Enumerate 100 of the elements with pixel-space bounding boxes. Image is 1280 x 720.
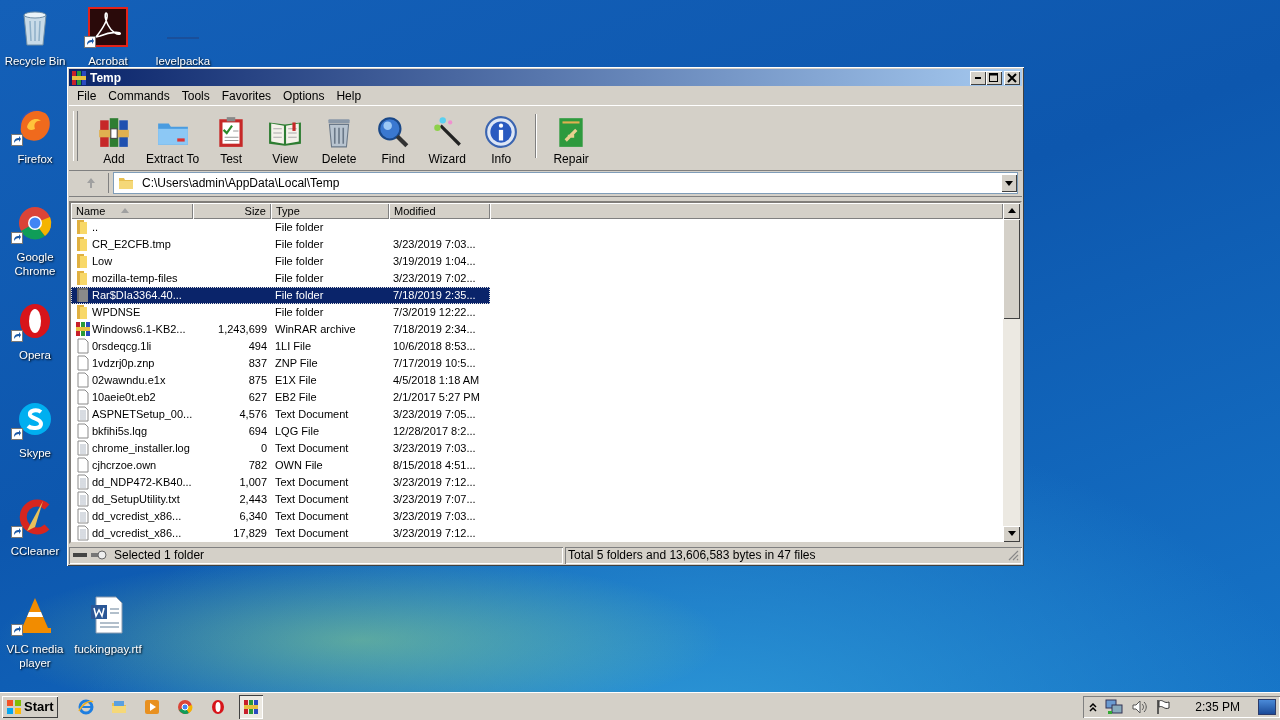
table-cell: 12/28/2017 8:2...	[393, 425, 476, 438]
dropdown-button[interactable]	[1001, 174, 1017, 193]
table-cell: 694	[248, 425, 267, 438]
file-name: WPDNSE	[92, 306, 141, 319]
file-row[interactable]: WPDNSE File folder 7/3/2019 12:22...	[71, 303, 490, 321]
caret-down-icon	[1005, 180, 1013, 186]
file-row[interactable]: cjhcrzoe.own 782 OWN File 8/15/2018 4:51...	[71, 456, 490, 474]
desktop-icon-label[interactable]: Firefox	[17, 152, 53, 166]
toolbar-button[interactable]: Find	[367, 114, 420, 166]
file-icon	[75, 508, 91, 525]
column-header[interactable]: Type	[271, 202, 389, 219]
file-name: ..	[92, 221, 99, 234]
table-cell: Text Document	[275, 527, 349, 540]
app-icon	[71, 69, 87, 86]
file-icon	[75, 474, 91, 491]
toolbar-button[interactable]: Delete	[313, 114, 366, 166]
table-cell: LQG File	[275, 425, 319, 438]
toolbar-button[interactable]: Test	[205, 114, 258, 166]
toolbar-button[interactable]: Wizard	[421, 114, 474, 166]
file-row[interactable]: Windows6.1-KB2... 1,243,699 WinRAR archive 7/18/2019 2:34...	[71, 320, 490, 338]
table-cell: E1X File	[275, 374, 317, 387]
file-row[interactable]: dd_vcredist_x86... 6,340 Text Document 3/23/2019 7:03...	[71, 507, 490, 525]
windows-logo-icon	[6, 698, 22, 715]
total-status: Total 5 folders and 13,606,583 bytes in 47 files	[568, 548, 816, 563]
file-name: cjhcrzoe.own	[92, 459, 157, 472]
menu-item[interactable]: Options	[277, 88, 331, 103]
toolbar-button[interactable]: Add	[88, 114, 140, 166]
menu-item[interactable]: Tools	[175, 88, 216, 103]
file-row[interactable]: bkfihi5s.lqg 694 LQG File 12/28/2017 8:2...	[71, 422, 490, 440]
close-button[interactable]	[1004, 70, 1020, 85]
file-row[interactable]: 1vdzrj0p.znp 837 ZNP File 7/17/2019 10:5...	[71, 354, 490, 372]
column-header[interactable]: Size	[193, 202, 271, 219]
file-row[interactable]: .. File folder	[71, 218, 490, 236]
desktop-icon-label[interactable]: levelpacka	[155, 54, 211, 68]
table-cell: 0	[260, 442, 267, 455]
desktop-icon-label[interactable]: fuckingpay.rtf	[74, 642, 142, 656]
table-cell: 875	[248, 374, 267, 387]
file-row[interactable]: chrome_installer.log 0 Text Document 3/23/2019 7:03...	[71, 439, 490, 457]
desktop-icon-label[interactable]: Acrobat	[88, 54, 128, 68]
address-bar[interactable]: C:\Users\admin\AppData\Local\Temp	[113, 172, 1018, 195]
desktop-icon-label[interactable]: Google Chrome	[4, 250, 66, 278]
show-desktop-button[interactable]	[1258, 698, 1276, 715]
file-row[interactable]: Rar$DIa3364.40... File folder 7/18/2019 2:35...	[71, 286, 490, 304]
column-header[interactable]: Modified	[389, 202, 490, 219]
desktop-icon-label[interactable]: VLC media player	[4, 642, 66, 670]
table-cell: 3/23/2019 7:05...	[393, 408, 476, 421]
start-button[interactable]: Start	[2, 695, 58, 718]
desktop-icon-label[interactable]: Opera	[19, 348, 51, 362]
file-row[interactable]: dd_SetupUtility.txt 2,443 Text Document 3/23/2019 7:07...	[71, 490, 490, 508]
desktop-icon-label[interactable]: CCleaner	[10, 544, 60, 558]
file-row[interactable]: dd_NDP472-KB40... 1,007 Text Document 3/23/2019 7:12...	[71, 473, 490, 491]
speaker-icon[interactable]	[1131, 698, 1148, 715]
table-cell: Text Document	[275, 442, 349, 455]
taskbar-app-button[interactable]	[238, 694, 263, 719]
menu-item[interactable]: Favorites	[215, 88, 278, 103]
file-row[interactable]: 0rsdeqcg.1li 494 1LI File 10/6/2018 8:53...	[71, 337, 490, 355]
toolbar-button[interactable]: Repair	[545, 114, 598, 166]
file-row[interactable]: CR_E2CFB.tmp File folder 3/23/2019 7:03...	[71, 235, 490, 253]
acrobat-icon[interactable]	[88, 7, 128, 47]
menu-item[interactable]: Help	[330, 88, 368, 103]
scrollbar[interactable]	[1003, 202, 1020, 542]
file-row[interactable]: dd_vcredist_x86... 17,829 Text Document 3/23/2019 7:12...	[71, 524, 490, 542]
table-cell: File folder	[275, 221, 324, 234]
network-icon[interactable]	[1105, 698, 1124, 715]
toolbar-button[interactable]: View	[259, 114, 312, 166]
file-row[interactable]: 10aeie0t.eb2 627 EB2 File 2/1/2017 5:27 PM	[71, 388, 490, 406]
file-name: bkfihi5s.lqg	[92, 425, 148, 438]
table-cell: File folder	[275, 272, 324, 285]
clock[interactable]: 2:35 PM	[1195, 699, 1240, 714]
file-row[interactable]: 02wawndu.e1x 875 E1X File 4/5/2018 1:18 AM	[71, 371, 490, 389]
file-icon	[75, 338, 91, 355]
file-name: Low	[92, 255, 113, 268]
toolbar-button[interactable]: Extract To	[142, 114, 204, 166]
menu-item[interactable]: File	[71, 88, 103, 103]
file-row[interactable]: ASPNETSetup_00... 4,576 Text Document 3/23/2019 7:05...	[71, 405, 490, 423]
table-cell: 3/23/2019 7:07...	[393, 493, 476, 506]
chevron-up-icon[interactable]	[1089, 701, 1098, 712]
toolbar-button[interactable]: Info	[475, 114, 528, 166]
menu-item[interactable]: Commands	[102, 88, 176, 103]
resize-grip-icon[interactable]	[1007, 549, 1019, 562]
file-row[interactable]: Low File folder 3/19/2019 1:04...	[71, 252, 490, 270]
drive-icon	[72, 549, 108, 562]
desktop-icon-label[interactable]: Skype	[19, 446, 51, 460]
file-name: ASPNETSetup_00...	[92, 408, 193, 421]
address-field[interactable]: C:\Users\admin\AppData\Local\Temp	[138, 176, 997, 191]
selection-status: Selected 1 folder	[114, 548, 205, 563]
file-name: dd_NDP472-KB40...	[92, 476, 192, 489]
folder-icon	[75, 287, 91, 304]
column-header[interactable]: Name	[71, 202, 193, 219]
maximize-button[interactable]	[986, 70, 1002, 85]
flag-icon[interactable]	[1155, 698, 1172, 715]
file-row[interactable]: mozilla-temp-files File folder 3/23/2019 7:02...	[71, 269, 490, 287]
find-icon	[376, 114, 411, 149]
minimize-button[interactable]	[970, 70, 986, 85]
file-name: Rar$DIa3364.40...	[92, 289, 182, 302]
table-cell: 3/23/2019 7:03...	[393, 510, 476, 523]
desktop-icon-label[interactable]: Recycle Bin	[4, 54, 66, 68]
file-name: mozilla-temp-files	[92, 272, 178, 285]
table-cell: 3/23/2019 7:03...	[393, 238, 476, 251]
file-name: chrome_installer.log	[92, 442, 190, 455]
